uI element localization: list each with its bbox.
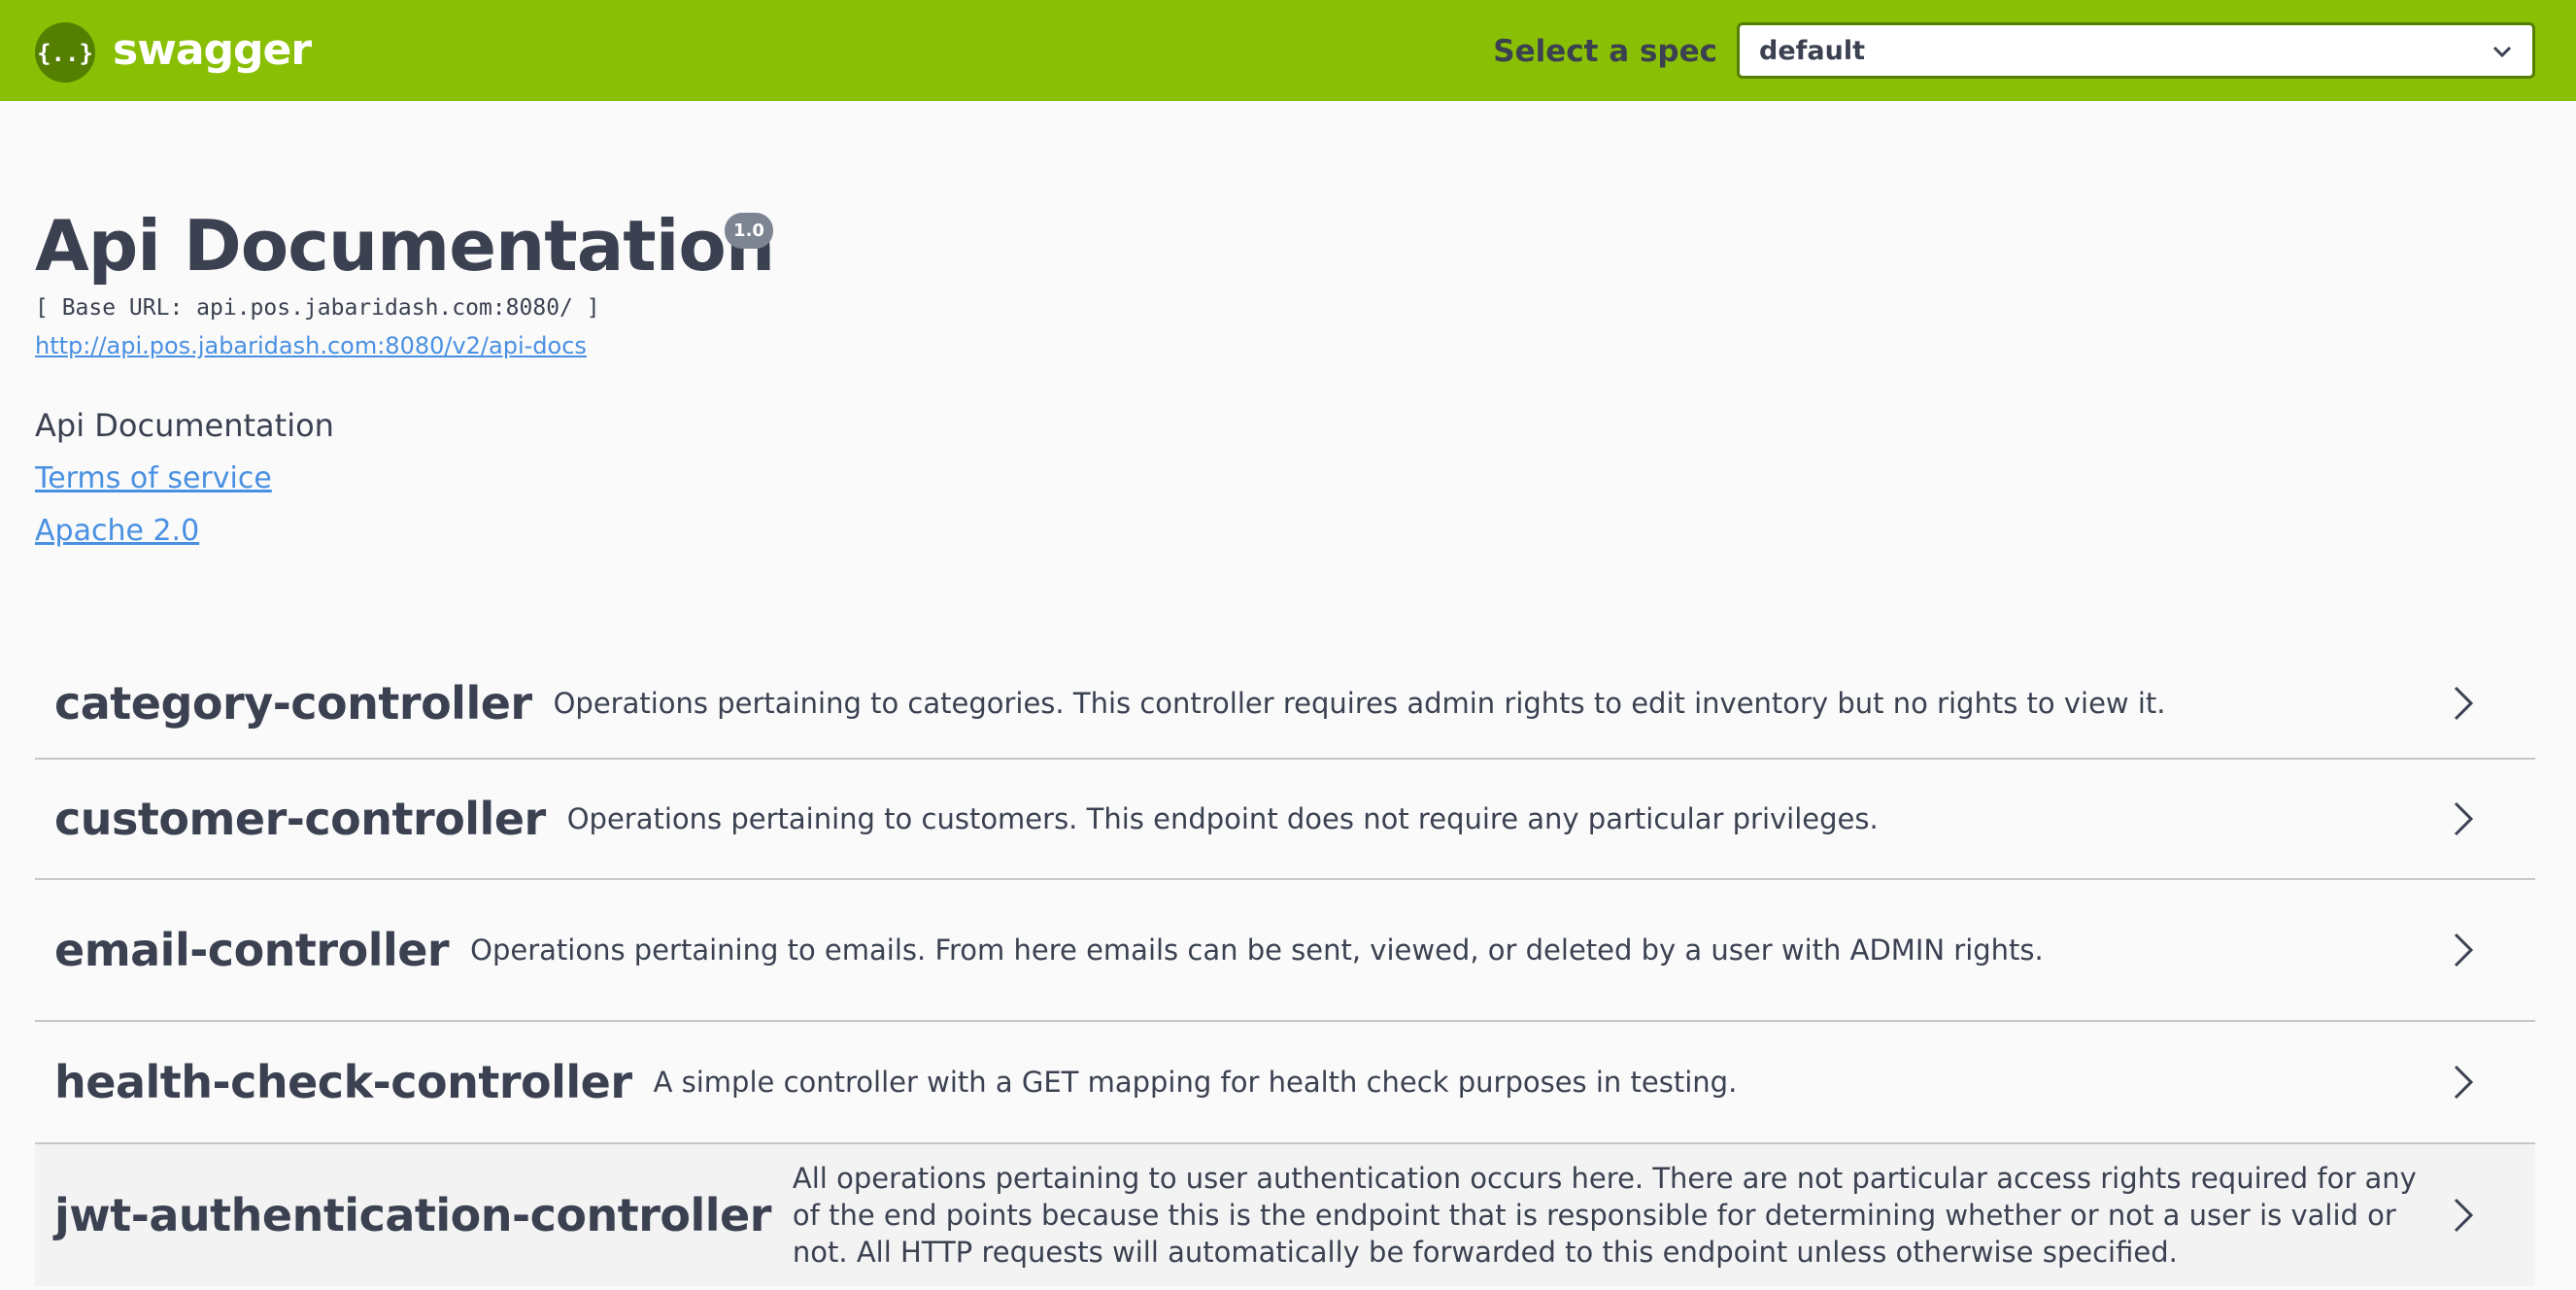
controller-row-customer[interactable]: customer-controller Operations pertainin…: [35, 760, 2535, 880]
controller-row-health-check[interactable]: health-check-controller A simple control…: [35, 1022, 2535, 1144]
controller-row-email[interactable]: email-controller Operations pertaining t…: [35, 880, 2535, 1022]
base-url-text: [ Base URL: api.pos.jabaridash.com:8080/…: [35, 295, 600, 321]
license-link[interactable]: Apache 2.0: [35, 513, 199, 550]
controller-description: Operations pertaining to emails. From he…: [470, 934, 2044, 967]
page-title: Api Documentation: [35, 205, 775, 287]
terms-of-service-link[interactable]: Terms of service: [35, 460, 272, 497]
chevron-right-icon[interactable]: [2450, 798, 2477, 840]
chevron-right-icon[interactable]: [2450, 1194, 2477, 1237]
spec-select-dropdown[interactable]: default: [1737, 22, 2535, 79]
controller-name[interactable]: category-controller: [54, 677, 532, 730]
svg-text:{..}: {..}: [37, 40, 93, 67]
spec-select-label: Select a spec: [1493, 34, 1717, 69]
chevron-right-icon[interactable]: [2450, 929, 2477, 971]
spec-select-value: default: [1759, 36, 1865, 66]
controller-description: A simple controller with a GET mapping f…: [653, 1066, 1738, 1099]
info-description: Api Documentation: [35, 407, 334, 444]
chevron-right-icon[interactable]: [2450, 682, 2477, 725]
controller-name[interactable]: customer-controller: [54, 793, 546, 845]
controller-row-jwt-authentication[interactable]: jwt-authentication-controller All operat…: [35, 1144, 2535, 1286]
swagger-logo-icon[interactable]: {..}: [35, 22, 95, 83]
version-badge: 1.0: [725, 213, 773, 249]
controller-description: All operations pertaining to user authen…: [792, 1162, 2417, 1269]
controller-row-category[interactable]: category-controller Operations pertainin…: [35, 648, 2535, 760]
controller-description: Operations pertaining to categories. Thi…: [553, 686, 2166, 720]
controller-list: category-controller Operations pertainin…: [35, 648, 2535, 1286]
chevron-right-icon[interactable]: [2450, 1061, 2477, 1103]
logo-text[interactable]: swagger: [113, 21, 312, 80]
controller-name[interactable]: health-check-controller: [54, 1056, 632, 1108]
controller-name[interactable]: jwt-authentication-controller: [54, 1189, 771, 1241]
api-docs-link[interactable]: http://api.pos.jabaridash.com:8080/v2/ap…: [35, 331, 587, 360]
chevron-down-icon: [2492, 46, 2512, 58]
controller-description: Operations pertaining to customers. This…: [566, 802, 1879, 835]
topbar: {..} swagger Select a spec default: [0, 0, 2576, 101]
controller-name[interactable]: email-controller: [54, 924, 450, 976]
